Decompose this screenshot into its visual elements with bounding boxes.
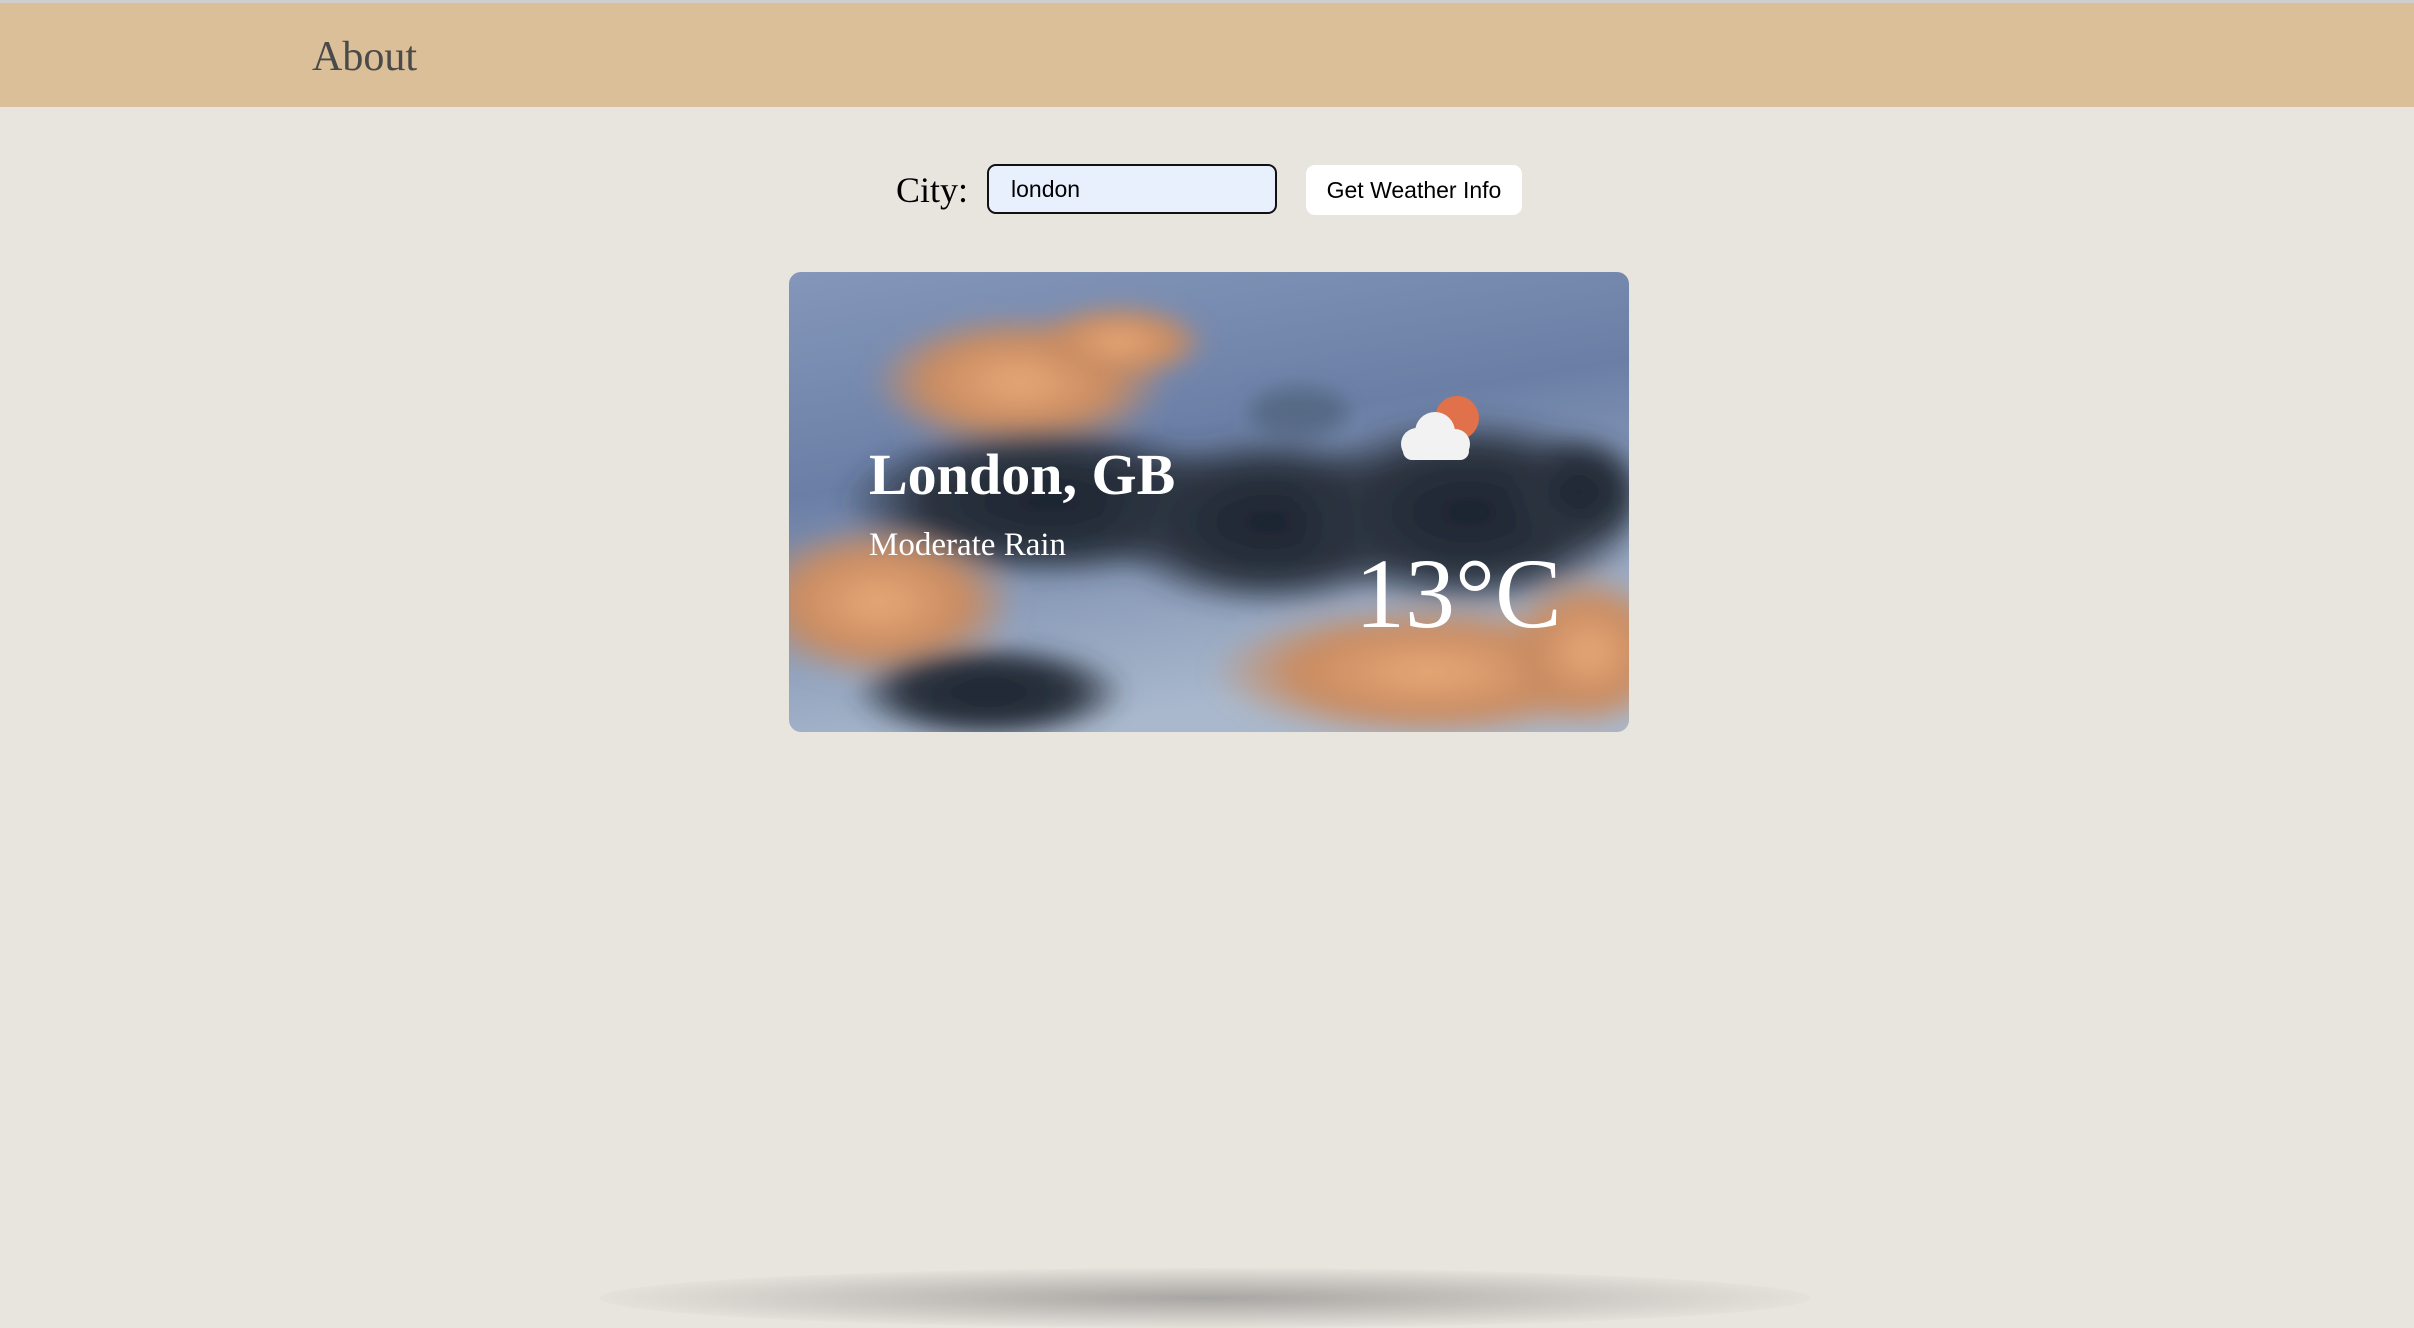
bottom-shadow xyxy=(600,1268,1810,1328)
city-label: City: xyxy=(896,170,969,210)
get-weather-button[interactable]: Get Weather Info xyxy=(1306,165,1522,215)
weather-card: London, GB Moderate Rain 13°C xyxy=(789,272,1629,732)
navbar: About xyxy=(0,3,2414,107)
search-form: City: Get Weather Info xyxy=(0,162,2414,218)
city-input[interactable] xyxy=(987,164,1277,214)
location-name: London, GB xyxy=(869,442,1176,507)
weather-description: Moderate Rain xyxy=(869,527,1067,563)
temperature: 13°C xyxy=(1355,538,1562,649)
partly-cloudy-icon xyxy=(1401,396,1479,460)
nav-link-about[interactable]: About xyxy=(312,29,417,85)
